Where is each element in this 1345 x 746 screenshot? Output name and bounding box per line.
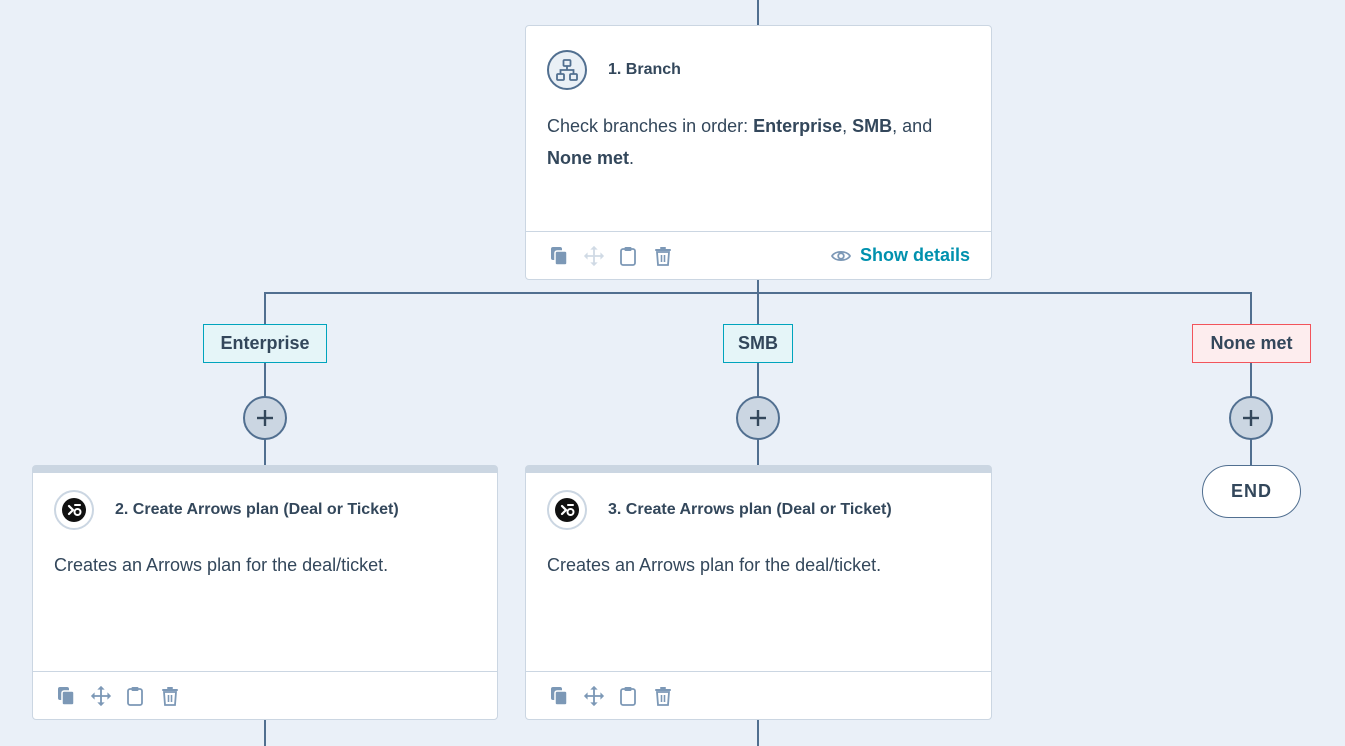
connector-bottom-left	[264, 719, 266, 746]
action-card-header: 3. Create Arrows plan (Deal or Ticket)	[547, 490, 892, 530]
branch-card-toolbar: Show details	[526, 231, 991, 279]
move-icon[interactable]	[90, 684, 112, 708]
eye-icon	[830, 250, 851, 261]
add-action-button-enterprise[interactable]	[243, 396, 287, 440]
action-card-header: 2. Create Arrows plan (Deal or Ticket)	[54, 490, 399, 530]
copy-icon[interactable]	[548, 684, 570, 708]
connector-branch-down	[757, 279, 759, 293]
action-card-title: 3. Create Arrows plan (Deal or Ticket)	[608, 501, 892, 518]
clipboard-icon[interactable]	[617, 244, 639, 268]
copy-icon[interactable]	[548, 244, 570, 268]
move-icon[interactable]	[583, 684, 605, 708]
branch-label-none-met[interactable]: None met	[1192, 324, 1311, 363]
action-card[interactable]: 3. Create Arrows plan (Deal or Ticket) C…	[525, 465, 992, 720]
action-card-toolbar	[526, 671, 991, 719]
clipboard-icon[interactable]	[124, 684, 146, 708]
workflow-canvas: 1. Branch Check branches in order: Enter…	[0, 0, 1345, 746]
branch-card-description: Check branches in order: Enterprise, SMB…	[547, 116, 933, 168]
branch-card[interactable]: 1. Branch Check branches in order: Enter…	[525, 25, 992, 280]
arrows-app-icon	[547, 490, 587, 530]
move-icon[interactable]	[583, 244, 605, 268]
action-card-toolbar	[33, 671, 497, 719]
arrows-app-icon	[54, 490, 94, 530]
end-node: END	[1202, 465, 1301, 518]
trash-icon[interactable]	[159, 684, 181, 708]
trash-icon[interactable]	[652, 244, 674, 268]
branch-icon	[547, 50, 587, 90]
connector-bottom-center	[757, 719, 759, 746]
branch-card-title: 1. Branch	[608, 61, 681, 78]
action-card-description: Creates an Arrows plan for the deal/tick…	[54, 555, 389, 575]
branch-label-enterprise[interactable]: Enterprise	[203, 324, 327, 363]
branch-label-smb[interactable]: SMB	[723, 324, 793, 363]
action-card-description: Creates an Arrows plan for the deal/tick…	[547, 555, 882, 575]
copy-icon[interactable]	[55, 684, 77, 708]
add-action-button-none-met[interactable]	[1229, 396, 1273, 440]
plus-icon	[750, 410, 766, 426]
connector-top	[757, 0, 759, 26]
add-action-button-smb[interactable]	[736, 396, 780, 440]
branch-card-header: 1. Branch	[547, 50, 681, 90]
plus-icon	[257, 410, 273, 426]
clipboard-icon[interactable]	[617, 684, 639, 708]
show-details-label: Show details	[859, 245, 970, 265]
action-card-title: 2. Create Arrows plan (Deal or Ticket)	[115, 501, 399, 518]
show-details-link[interactable]: Show details	[830, 245, 970, 266]
action-card[interactable]: 2. Create Arrows plan (Deal or Ticket) C…	[32, 465, 498, 720]
trash-icon[interactable]	[652, 684, 674, 708]
plus-icon	[1243, 410, 1259, 426]
